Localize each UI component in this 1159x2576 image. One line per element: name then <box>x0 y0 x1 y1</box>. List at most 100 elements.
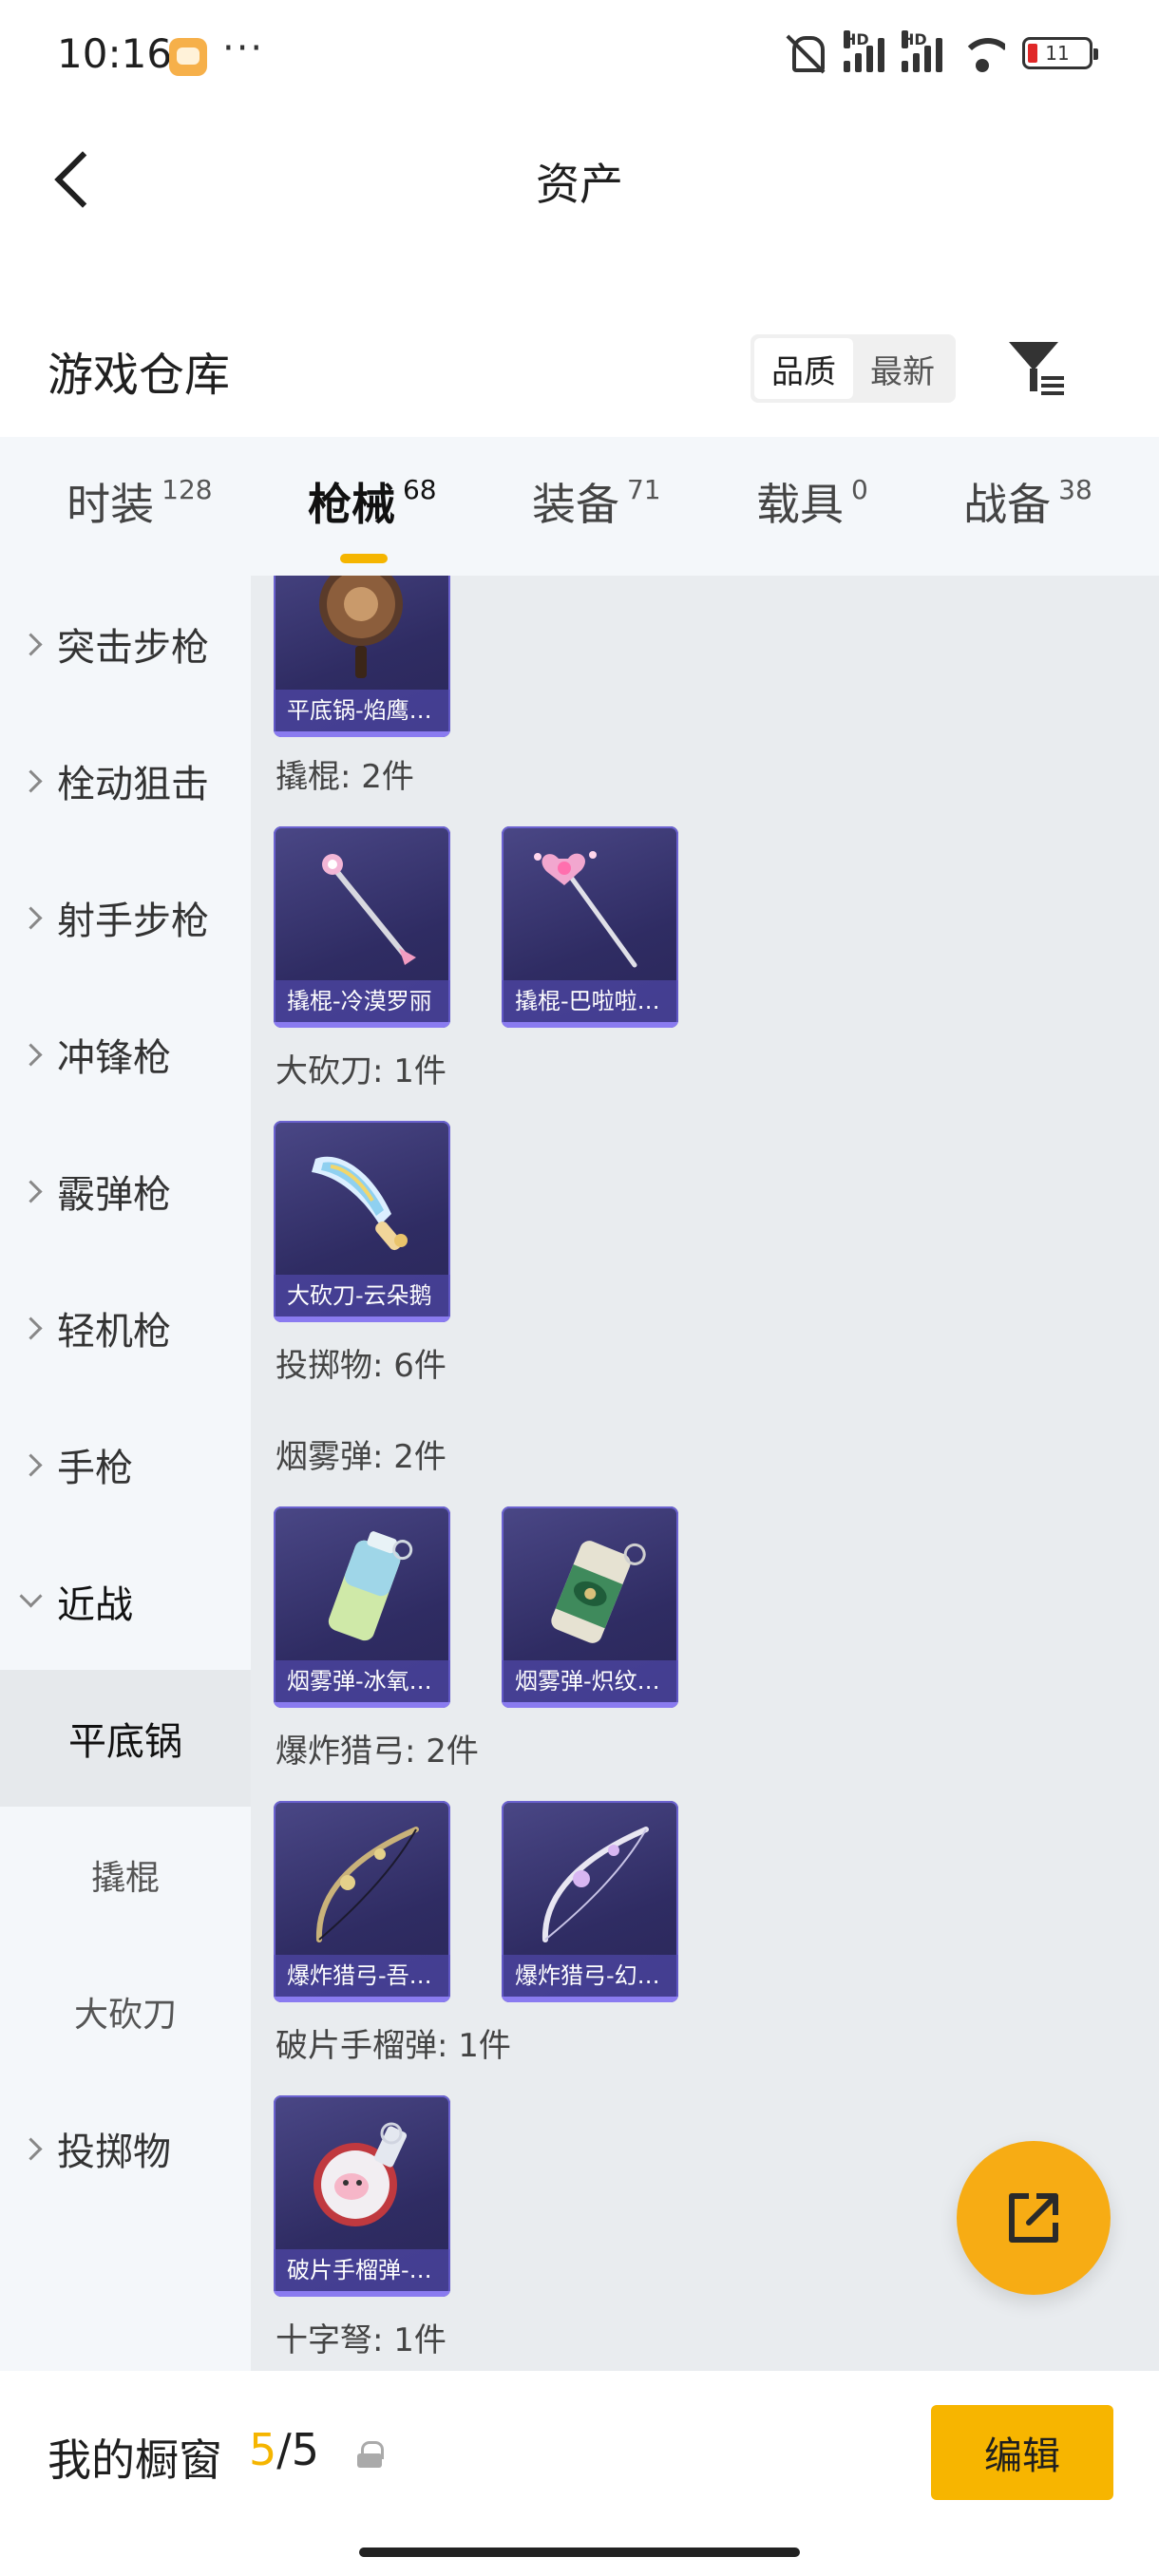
rarity-bar <box>274 1702 450 1708</box>
sidebar-item-label: 手枪 <box>57 1447 133 1490</box>
item-card[interactable]: 平底锅-焰鹰… <box>274 576 450 737</box>
item-card[interactable]: 撬棍-巴啦啦… <box>502 826 678 1028</box>
item-grid: 平底锅-焰鹰… 撬棍: 2件 撬棍-冷漠罗丽 撬棍-巴啦啦… 大砍刀: 1件 大… <box>251 576 1159 2371</box>
edit-button[interactable]: 编辑 <box>931 2405 1113 2500</box>
item-card-name: 烟雾弹-冰氧… <box>274 1660 450 1702</box>
chevron-right-icon <box>23 1045 42 1064</box>
tab-firearms[interactable]: 枪械 68 <box>307 470 437 563</box>
item-card-name: 爆炸猎弓-吾… <box>274 1955 450 1997</box>
rarity-bar <box>502 1997 678 2002</box>
status-bar: 10:16 ··· HD HD 11 <box>0 0 1159 114</box>
filter-lines-icon <box>1041 376 1064 395</box>
tab-label: 枪械 <box>307 479 395 530</box>
item-card-name: 撬棍-冷漠罗丽 <box>274 980 450 1022</box>
tab-count: 68 <box>402 474 437 505</box>
app-notification-icon <box>169 38 207 76</box>
tab-vehicles[interactable]: 载具 0 <box>756 470 868 542</box>
sidebar-item-label: 突击步枪 <box>57 626 209 670</box>
chevron-right-icon <box>23 1182 42 1201</box>
item-card[interactable]: 撬棍-冷漠罗丽 <box>274 826 450 1028</box>
tab-count: 38 <box>1058 474 1092 505</box>
showcase-count: 5/5 <box>249 2424 319 2475</box>
status-indicators: HD HD 11 <box>785 30 1098 74</box>
item-card[interactable]: 爆炸猎弓-吾… <box>274 1801 450 2002</box>
item-card-name: 平底锅-焰鹰… <box>274 690 450 731</box>
sidebar-item-label: 栓动狙击 <box>57 763 209 806</box>
item-card[interactable]: 爆炸猎弓-幻… <box>502 1801 678 2002</box>
sidebar-item-throwables[interactable]: 投掷物 <box>0 2080 251 2217</box>
frag-grenade-icon <box>314 2122 408 2226</box>
item-card-name: 破片手榴弹-… <box>274 2249 450 2291</box>
category-sidebar: 突击步枪 栓动狙击 射手步枪 冲锋枪 霰弹枪 轻机枪 手枪 近战 平底锅 撬棍 … <box>0 576 251 2371</box>
magic-wand-icon <box>534 851 637 968</box>
lock-icon <box>357 2441 384 2468</box>
pan-icon <box>319 576 403 678</box>
rarity-bar <box>274 731 450 737</box>
tab-count: 128 <box>162 474 213 505</box>
rarity-bar <box>274 2291 450 2297</box>
group-label-frag-grenade: 破片手榴弹: 1件 <box>276 2027 511 2065</box>
home-indicator[interactable] <box>359 2548 800 2557</box>
item-card[interactable]: 破片手榴弹-… <box>274 2095 450 2297</box>
sidebar-item-label: 冲锋枪 <box>57 1036 171 1080</box>
sidebar-item-label: 轻机枪 <box>57 1310 171 1354</box>
bow-icon <box>542 1827 649 1942</box>
rarity-bar <box>502 1022 678 1028</box>
active-tab-indicator <box>339 554 388 563</box>
sidebar-item-shotgun[interactable]: 霰弹枪 <box>0 1123 251 1260</box>
sidebar-item-label: 射手步枪 <box>57 900 209 943</box>
item-card[interactable]: 烟雾弹-冰氧… <box>274 1506 450 1708</box>
sidebar-item-melee[interactable]: 近战 <box>0 1533 251 1670</box>
chevron-right-icon <box>23 2139 42 2158</box>
bow-icon <box>315 1827 419 1942</box>
chevron-right-icon <box>23 1318 42 1337</box>
signal-hd-label: HD <box>844 30 869 48</box>
sidebar-item-label: 投掷物 <box>57 2131 171 2174</box>
share-button[interactable] <box>957 2141 1111 2295</box>
sidebar-item-bolt-sniper[interactable]: 栓动狙击 <box>0 712 251 849</box>
tab-fashion[interactable]: 时装 128 <box>66 470 212 542</box>
sidebar-item-lmg[interactable]: 轻机枪 <box>0 1260 251 1396</box>
showcase-total: /5 <box>276 2424 320 2475</box>
rarity-bar <box>274 1997 450 2002</box>
sidebar-subitem-crowbar[interactable]: 撬棍 <box>0 1807 251 1943</box>
sort-newest-button[interactable]: 最新 <box>853 338 952 399</box>
item-card-name: 大砍刀-云朵鹅 <box>274 1275 450 1316</box>
group-label-smoke: 烟雾弹: 2件 <box>276 1438 446 1476</box>
item-card[interactable]: 大砍刀-云朵鹅 <box>274 1121 450 1322</box>
status-time: 10:16 <box>57 30 173 77</box>
sidebar-item-smg[interactable]: 冲锋枪 <box>0 986 251 1123</box>
tab-supplies[interactable]: 战备 38 <box>963 470 1092 542</box>
smoke-grenade-icon <box>328 1531 413 1641</box>
tab-label: 时装 <box>66 479 155 530</box>
nav-bar: 资产 <box>0 114 1159 237</box>
sidebar-item-pistol[interactable]: 手枪 <box>0 1396 251 1533</box>
sidebar-item-marksman-rifle[interactable]: 射手步枪 <box>0 849 251 986</box>
signal-hd-label-2: HD <box>902 30 927 48</box>
share-icon <box>1009 2193 1058 2243</box>
sidebar-subitem-machete[interactable]: 大砍刀 <box>0 1943 251 2080</box>
group-label-machete: 大砍刀: 1件 <box>276 1052 446 1090</box>
sort-quality-button[interactable]: 品质 <box>754 338 853 399</box>
smoke-grenade-icon <box>551 1541 646 1643</box>
group-label-throwables: 投掷物: 6件 <box>276 1347 446 1385</box>
item-card[interactable]: 烟雾弹-炽纹… <box>502 1506 678 1708</box>
bottom-bar: 我的橱窗 5/5 编辑 <box>0 2371 1159 2576</box>
item-card-name: 撬棍-巴啦啦… <box>502 980 678 1022</box>
chevron-right-icon <box>23 908 42 927</box>
sidebar-subitem-pan[interactable]: 平底锅 <box>0 1670 251 1807</box>
showcase-current: 5 <box>249 2424 277 2475</box>
showcase-label: 我的橱窗 <box>48 2434 222 2486</box>
page-title: 资产 <box>536 159 623 210</box>
tab-equipment[interactable]: 装备 71 <box>532 470 661 542</box>
sidebar-item-assault-rifle[interactable]: 突击步枪 <box>0 576 251 712</box>
sidebar-item-label: 霰弹枪 <box>57 1173 171 1217</box>
item-card-name: 爆炸猎弓-幻… <box>502 1955 678 1997</box>
wifi-icon <box>960 34 1005 72</box>
rarity-bar <box>274 1022 450 1028</box>
crowbar-icon <box>322 854 416 965</box>
tab-count: 0 <box>850 474 868 505</box>
signal-icon-2: HD <box>902 30 942 72</box>
battery-level: 11 <box>1045 42 1070 65</box>
warehouse-title: 游戏仓库 <box>48 349 231 402</box>
